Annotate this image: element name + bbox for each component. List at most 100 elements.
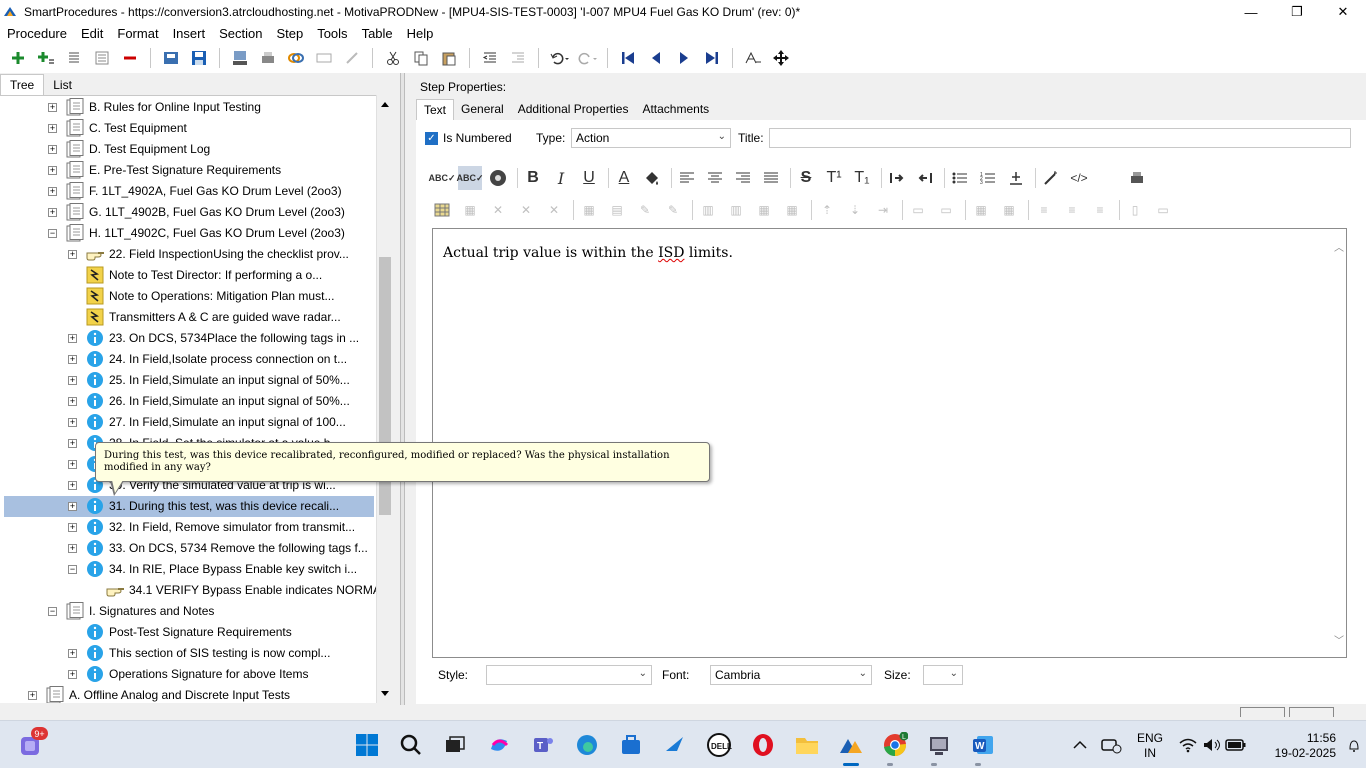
first-icon[interactable]: [617, 47, 639, 69]
split-icon[interactable]: ▭: [906, 198, 930, 222]
battery-icon[interactable]: [1222, 731, 1250, 759]
tree-item[interactable]: − H. 1LT_4902C, Fuel Gas KO Drum Level (2…: [0, 223, 376, 244]
tree-item[interactable]: Note to Operations: Mitigation Plan must…: [0, 286, 376, 307]
bold-icon[interactable]: B: [521, 166, 545, 190]
chevron-up-icon[interactable]: [1066, 731, 1094, 759]
align-center-icon[interactable]: [703, 166, 727, 190]
tree-item[interactable]: Post-Test Signature Requirements: [0, 622, 376, 643]
word-icon[interactable]: W: [969, 731, 997, 759]
tree-item[interactable]: +23. On DCS, 5734Place the following tag…: [0, 328, 376, 349]
type-select[interactable]: Action ⌄: [571, 128, 731, 148]
expand-icon[interactable]: +: [48, 103, 57, 112]
tree-item[interactable]: Transmitters A & C are guided wave radar…: [0, 307, 376, 328]
expand-icon[interactable]: +: [48, 208, 57, 217]
publish-icon[interactable]: [229, 47, 251, 69]
notification-icon[interactable]: [1348, 737, 1360, 753]
style-select[interactable]: ⌄: [486, 665, 652, 685]
menu-help[interactable]: Help: [407, 26, 434, 41]
tree-item[interactable]: +33. On DCS, 5734 Remove the following t…: [0, 538, 376, 559]
smartprocedures-taskbar-icon[interactable]: [837, 731, 865, 759]
menu-step[interactable]: Step: [276, 26, 303, 41]
expand-icon[interactable]: +: [68, 334, 77, 343]
redo-icon[interactable]: [576, 47, 598, 69]
tree-item[interactable]: +25. In Field,Simulate an input signal o…: [0, 370, 376, 391]
expand-icon[interactable]: +: [68, 418, 77, 427]
outlook-arrow-icon[interactable]: [661, 731, 689, 759]
insert-line-icon[interactable]: [1004, 166, 1028, 190]
italic-icon[interactable]: I: [549, 166, 573, 190]
tree-item[interactable]: + Operations Signature for above Items: [0, 664, 376, 685]
justify-icon[interactable]: [759, 166, 783, 190]
add-child-icon[interactable]: [35, 47, 57, 69]
teams-icon[interactable]: T: [529, 731, 557, 759]
expand-icon[interactable]: +: [48, 166, 57, 175]
search-icon[interactable]: [397, 731, 425, 759]
insert-table-icon[interactable]: [430, 198, 454, 222]
table-props-icon[interactable]: ▦: [458, 198, 482, 222]
delete-row-icon[interactable]: ✕: [514, 198, 538, 222]
border2-icon[interactable]: ▦: [997, 198, 1021, 222]
expand-icon[interactable]: +: [68, 439, 77, 448]
minimize-button[interactable]: —: [1228, 0, 1274, 24]
task-view-icon[interactable]: [441, 731, 469, 759]
tab-general[interactable]: General: [454, 99, 511, 120]
checkin-icon[interactable]: [160, 47, 182, 69]
save-icon[interactable]: [188, 47, 210, 69]
add-icon[interactable]: [7, 47, 29, 69]
cell-edit-icon[interactable]: ✎: [633, 198, 657, 222]
close-button[interactable]: ✕: [1320, 0, 1366, 24]
tree-item[interactable]: + G. 1LT_4902B, Fuel Gas KO Drum Level (2…: [0, 202, 376, 223]
expand-icon[interactable]: +: [68, 460, 77, 469]
cell-icon[interactable]: ▦: [577, 198, 601, 222]
border-icon[interactable]: ▦: [969, 198, 993, 222]
strikethrough-icon[interactable]: S: [794, 166, 818, 190]
menu-edit[interactable]: Edit: [81, 26, 103, 41]
size-select[interactable]: ⌄: [923, 665, 963, 685]
delete-table-icon[interactable]: ✕: [486, 198, 510, 222]
indent-right-icon[interactable]: [885, 166, 909, 190]
find-icon[interactable]: [742, 47, 764, 69]
tree-item[interactable]: − I. Signatures and Notes: [0, 601, 376, 622]
expand-icon[interactable]: +: [68, 355, 77, 364]
collapse-icon[interactable]: −: [48, 607, 57, 616]
tree-item[interactable]: +32. In Field, Remove simulator from tra…: [0, 517, 376, 538]
tree-item[interactable]: + A. Offline Analog and Discrete Input Te…: [0, 685, 376, 703]
scroll-up-icon[interactable]: [380, 100, 390, 108]
panel-splitter[interactable]: [400, 73, 405, 705]
bullet-list-icon[interactable]: [948, 166, 972, 190]
align-cell3-icon[interactable]: ≡: [1088, 198, 1112, 222]
color-wheel-icon[interactable]: [486, 166, 510, 190]
underline-icon[interactable]: U: [577, 166, 601, 190]
height-icon[interactable]: ▭: [1151, 198, 1175, 222]
col2-icon[interactable]: ▥: [724, 198, 748, 222]
language-indicator[interactable]: ENG IN: [1134, 731, 1166, 761]
tree-item[interactable]: + B. Rules for Online Input Testing: [0, 97, 376, 118]
tree-item[interactable]: + E. Pre-Test Signature Requirements: [0, 160, 376, 181]
menu-table[interactable]: Table: [362, 26, 393, 41]
expand-icon[interactable]: +: [28, 691, 37, 700]
opera-icon[interactable]: [749, 731, 777, 759]
last-icon[interactable]: [701, 47, 723, 69]
font-select[interactable]: Cambria ⌄: [710, 665, 872, 685]
print-icon[interactable]: [257, 47, 279, 69]
tree-item[interactable]: + This section of SIS testing is now comp…: [0, 643, 376, 664]
cut-icon[interactable]: [382, 47, 404, 69]
is-numbered-checkbox[interactable]: ✓: [425, 131, 438, 145]
cell-edit2-icon[interactable]: ✎: [661, 198, 685, 222]
tree-item[interactable]: +27. In Field,Simulate an input signal o…: [0, 412, 376, 433]
scroll-down-icon[interactable]: [380, 690, 390, 698]
title-field[interactable]: [769, 128, 1351, 148]
chrome-icon[interactable]: L: [881, 731, 909, 759]
undo-icon[interactable]: [548, 47, 570, 69]
list-indent-icon[interactable]: [91, 47, 113, 69]
menu-insert[interactable]: Insert: [173, 26, 206, 41]
row-below-icon[interactable]: ⇣: [843, 198, 867, 222]
code-icon[interactable]: </>: [1067, 166, 1091, 190]
align-right-icon[interactable]: [731, 166, 755, 190]
row-above-icon[interactable]: ⇡: [815, 198, 839, 222]
store-icon[interactable]: [617, 731, 645, 759]
tree-item[interactable]: +26. In Field,Simulate an input signal o…: [0, 391, 376, 412]
superscript-icon[interactable]: T¹: [822, 166, 846, 190]
menu-tools[interactable]: Tools: [317, 26, 347, 41]
expand-icon[interactable]: +: [68, 544, 77, 553]
